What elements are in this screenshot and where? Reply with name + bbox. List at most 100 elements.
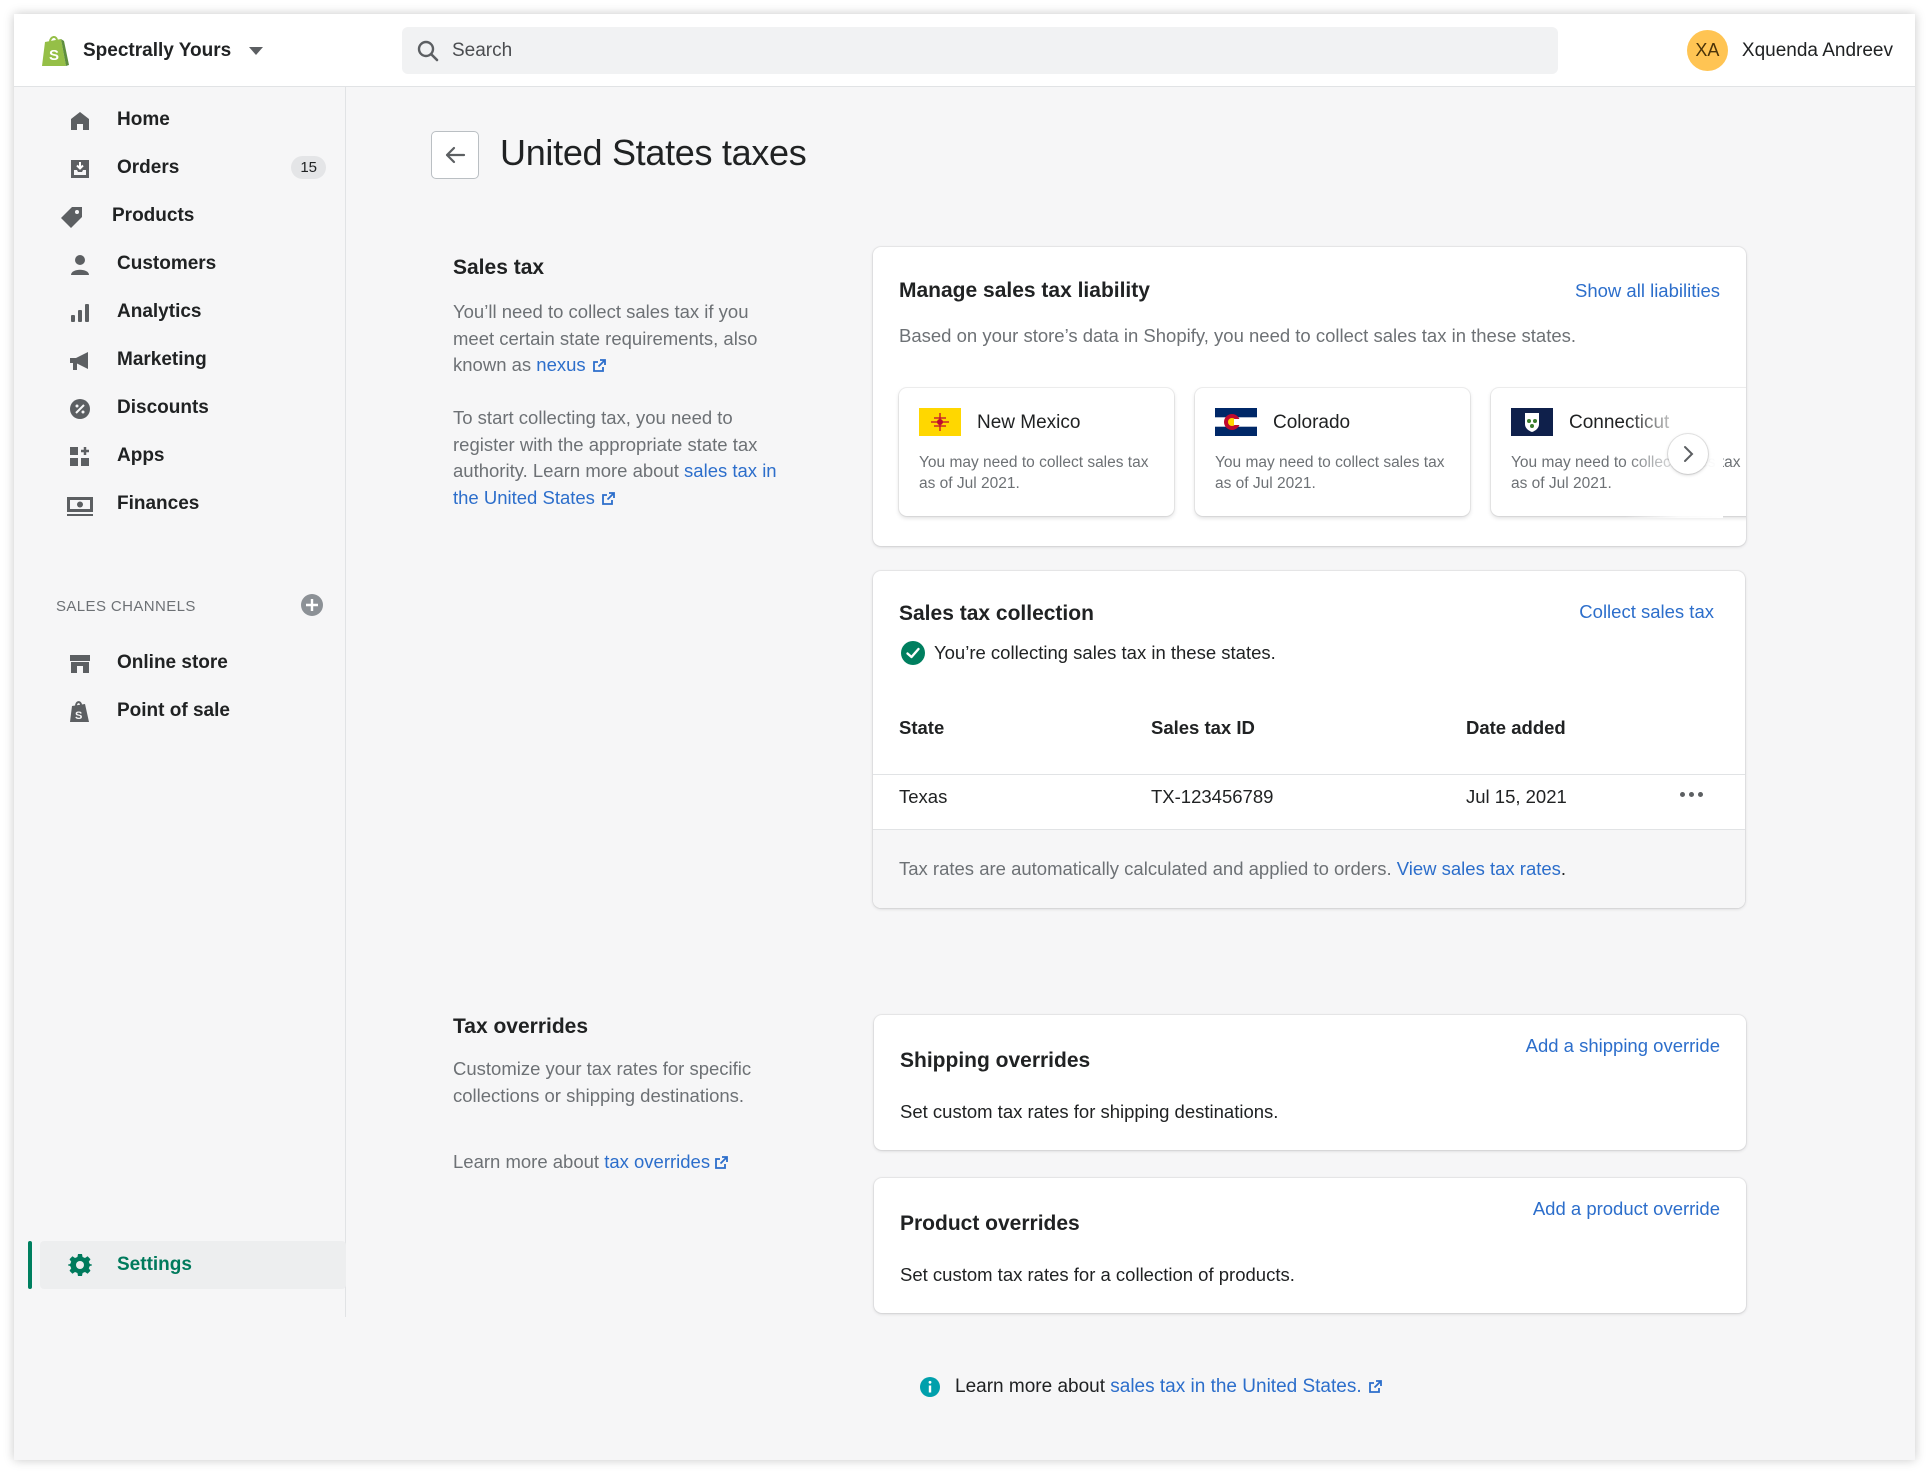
shopify-logo-icon: S — [42, 36, 69, 66]
svg-text:S: S — [75, 710, 82, 722]
state-card-colorado[interactable]: Colorado You may need to collect sales t… — [1195, 388, 1470, 516]
external-link-icon — [592, 359, 606, 372]
external-link-icon — [1368, 1380, 1382, 1393]
app-window: S Spectrally Yours XA Xquenda Andreev Ho… — [14, 14, 1915, 1460]
state-name: Colorado — [1273, 412, 1351, 433]
link-text: tax overrides — [604, 1151, 711, 1172]
colorado-flag-icon — [1215, 408, 1257, 436]
new-mexico-flag-icon — [919, 408, 961, 436]
add-shipping-override-link[interactable]: Add a shipping override — [1526, 1035, 1720, 1057]
footer-help-text: Learn more about sales tax in the United… — [955, 1376, 1383, 1398]
sidebar-item-label: Customers — [117, 253, 217, 274]
product-overrides-text: Set custom tax rates for a collection of… — [900, 1264, 1295, 1285]
footer-help: Learn more about sales tax in the United… — [919, 1376, 1383, 1398]
connecticut-flag-icon — [1511, 408, 1553, 436]
carousel-next-button[interactable] — [1668, 434, 1708, 474]
register-description: To start collecting tax, you need to reg… — [453, 405, 793, 511]
product-overrides-title: Product overrides — [900, 1212, 1080, 1235]
sidebar-item-label: Marketing — [117, 349, 207, 370]
sidebar-item-label: Settings — [117, 1254, 192, 1275]
checkmark-circle-icon — [901, 641, 925, 665]
footer-text: Tax rates are automatically calculated a… — [899, 858, 1566, 880]
sidebar-item-label: Finances — [117, 493, 200, 514]
sidebar-item-label: Point of sale — [117, 700, 230, 721]
sidebar-item-settings[interactable]: Settings — [40, 1241, 346, 1289]
show-all-liabilities-link[interactable]: Show all liabilities — [1575, 280, 1720, 302]
store-switcher[interactable]: S Spectrally Yours — [39, 32, 264, 70]
avatar: XA — [1686, 30, 1728, 71]
megaphone-icon — [70, 352, 88, 370]
collection-card: Sales tax collection Collect sales tax Y… — [873, 571, 1745, 908]
cell-state: Texas — [899, 786, 948, 807]
tag-icon — [61, 207, 82, 228]
sidebar-item-label: Home — [117, 109, 170, 130]
shipping-overrides-title: Shipping overrides — [900, 1049, 1091, 1072]
gear-icon — [68, 1254, 92, 1276]
finances-icon — [67, 497, 93, 516]
person-icon — [71, 255, 89, 275]
footer-help-prefix: Learn more about — [955, 1376, 1111, 1397]
sidebar-item-label: Products — [112, 205, 195, 226]
store-icon — [70, 655, 90, 673]
footer-suffix: . — [1560, 858, 1567, 879]
page-title: United States taxes — [500, 132, 807, 173]
search-input[interactable] — [452, 39, 1352, 62]
view-sales-tax-rates-link[interactable]: View sales tax rates — [1397, 858, 1561, 879]
column-header-state: State — [899, 717, 945, 738]
sidebar-item-label: Discounts — [117, 397, 209, 418]
collect-sales-tax-link[interactable]: Collect sales tax — [1579, 601, 1714, 623]
nexus-link[interactable]: nexus — [536, 354, 606, 375]
shipping-overrides-card: Shipping overrides Add a shipping overri… — [874, 1015, 1746, 1150]
back-button[interactable] — [431, 131, 479, 179]
table-divider — [873, 774, 1745, 775]
sidebar-item-marketing[interactable]: Marketing — [28, 337, 330, 383]
liability-card-title: Manage sales tax liability — [899, 279, 1150, 302]
user-name: Xquenda Andreev — [1741, 39, 1893, 61]
shipping-overrides-text: Set custom tax rates for shipping destin… — [900, 1101, 1279, 1122]
chevron-down-icon — [249, 47, 264, 55]
orders-count-badge: 15 — [291, 156, 326, 179]
sidebar-item-home[interactable]: Home — [28, 97, 330, 143]
state-card-new-mexico[interactable]: New Mexico You may need to collect sales… — [899, 388, 1174, 516]
more-icon — [1689, 791, 1694, 797]
search-bar[interactable] — [402, 27, 1558, 74]
sidebar-item-point-of-sale[interactable]: S Point of sale — [28, 688, 330, 734]
sales-tax-heading: Sales tax — [453, 256, 545, 279]
footer-prefix: Tax rates are automatically calculated a… — [899, 858, 1397, 879]
sidebar-item-label: Online store — [117, 652, 228, 673]
sidebar-item-label: Analytics — [117, 301, 202, 322]
sidebar-item-finances[interactable]: Finances — [28, 481, 330, 527]
search-icon — [417, 40, 439, 61]
sidebar-item-products[interactable]: Products — [28, 193, 330, 239]
tax-overrides-link[interactable]: tax overrides — [604, 1151, 729, 1172]
sales-channels-heading: SALES CHANNELS — [56, 598, 196, 615]
sidebar-item-analytics[interactable]: Analytics — [28, 289, 330, 335]
product-overrides-card: Product overrides Add a product override… — [874, 1178, 1746, 1313]
store-name: Spectrally Yours — [83, 40, 232, 61]
add-product-override-link[interactable]: Add a product override — [1533, 1198, 1720, 1220]
sales-tax-us-footer-link[interactable]: sales tax in the United States. — [1110, 1376, 1382, 1397]
add-channel-icon[interactable] — [300, 593, 324, 617]
sidebar-item-customers[interactable]: Customers — [28, 241, 330, 287]
chevron-right-icon — [1684, 446, 1694, 462]
info-icon — [920, 1377, 940, 1397]
sidebar-item-orders[interactable]: Orders 15 — [28, 145, 330, 191]
state-note: You may need to collect sales tax as of … — [1215, 454, 1445, 492]
external-link-icon — [602, 491, 615, 505]
sidebar-item-online-store[interactable]: Online store — [28, 640, 330, 686]
orders-icon — [71, 160, 89, 178]
row-actions-button[interactable] — [1680, 786, 1706, 802]
sidebar-item-discounts[interactable]: Discounts — [28, 385, 330, 431]
sidebar-item-label: Apps — [117, 445, 165, 466]
state-name: New Mexico — [977, 412, 1081, 433]
bar-chart-icon — [71, 304, 89, 322]
sidebar-item-apps[interactable]: Apps — [28, 433, 330, 479]
sales-tax-description: You’ll need to collect sales tax if you … — [453, 299, 793, 379]
sidebar: Home Orders 15 Products Customers Analyt… — [14, 87, 346, 1317]
learn-prefix: Learn more about — [453, 1151, 605, 1172]
tax-overrides-heading: Tax overrides — [453, 1015, 589, 1038]
active-indicator — [28, 1241, 32, 1289]
liability-card: Manage sales tax liability Show all liab… — [873, 247, 1746, 546]
tax-overrides-learn-more: Learn more about tax overrides — [453, 1149, 793, 1176]
user-menu[interactable]: XA Xquenda Andreev — [1686, 30, 1893, 71]
